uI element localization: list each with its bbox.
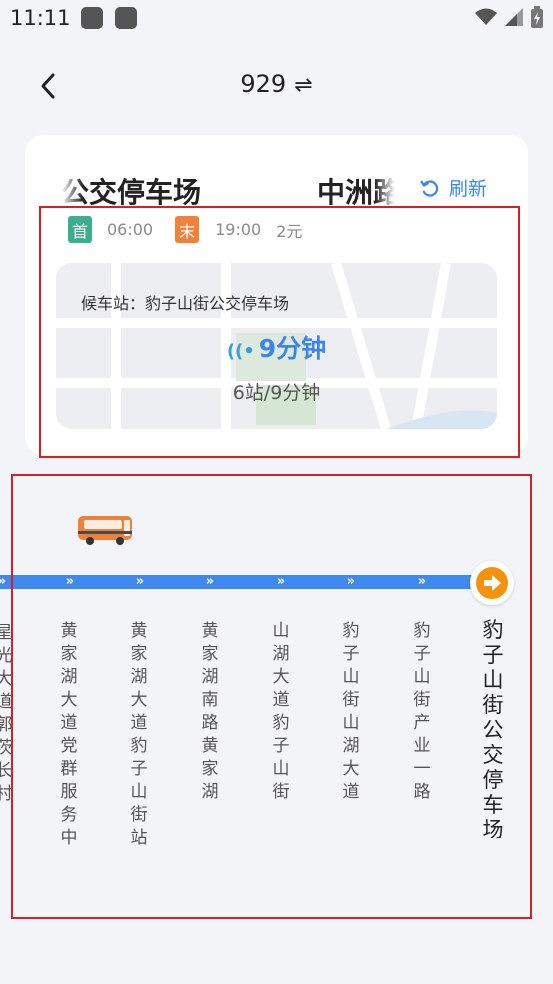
direction-chevron: » — [0, 572, 10, 592]
notification-icon — [81, 7, 103, 29]
highlight-frame — [39, 206, 520, 458]
battery-icon — [531, 6, 543, 28]
status-time: 11:11 — [10, 6, 71, 30]
origin-stop: 公交停车场 — [61, 176, 202, 209]
route-endpoints: 公交停车场 中洲路 刷新 — [61, 171, 511, 209]
status-bar: 11:11 — [0, 0, 553, 40]
refresh-button[interactable]: 刷新 — [419, 174, 487, 201]
route-title[interactable]: 929 ⇌ — [0, 70, 553, 98]
refresh-icon — [420, 179, 439, 197]
refresh-label: 刷新 — [449, 178, 488, 200]
destination-stop: 中洲路 — [317, 176, 395, 209]
swap-direction-icon[interactable]: ⇌ — [294, 73, 312, 98]
highlight-frame — [11, 474, 532, 919]
status-indicators — [475, 6, 543, 28]
wifi-icon — [475, 8, 497, 25]
notification-icon — [115, 7, 137, 29]
signal-icon — [505, 8, 523, 26]
route-number: 929 — [240, 70, 287, 98]
